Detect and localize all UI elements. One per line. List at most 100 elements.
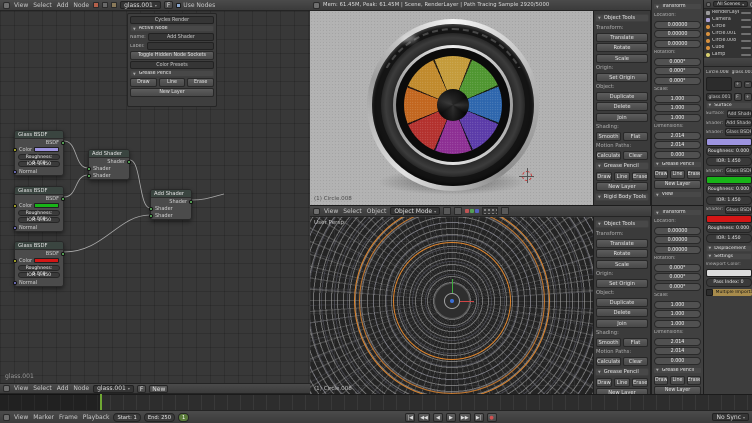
panel-row[interactable]: Toggle Hidden Node Sockets — [130, 51, 214, 60]
shader-output-socket-icon[interactable] — [61, 252, 65, 256]
menu-select[interactable]: Select — [342, 208, 363, 215]
socket-row-color[interactable]: Color — [15, 257, 63, 264]
prop-row[interactable]: Shader:Add Shader — [706, 119, 752, 127]
menu-playback[interactable]: Playback — [82, 414, 111, 421]
node-title[interactable]: Add Shader — [151, 190, 191, 198]
outliner-row[interactable]: Circle.001 — [704, 30, 752, 37]
prop-row[interactable]: Displacement — [706, 245, 752, 252]
tool-row[interactable]: Grease Pencil — [595, 162, 649, 170]
next-keyframe-button[interactable]: ▶▶ — [459, 413, 471, 422]
panel-row[interactable]: New Layer — [654, 180, 701, 189]
prop-row[interactable]: IOR: 1.450 — [706, 196, 752, 205]
prop-row[interactable]: Surface — [706, 102, 752, 109]
menu-view[interactable]: View — [13, 414, 29, 421]
tool-row[interactable]: Translate — [596, 239, 648, 248]
node-glass-bsdf-2[interactable]: Glass BSDF BSDF Color Roughness: 0.000 I… — [14, 186, 64, 232]
menu-add[interactable]: Add — [56, 385, 70, 392]
panel-row[interactable]: 0.00000 — [654, 21, 701, 29]
material-datablock-selector[interactable]: glass.001 — [120, 1, 161, 9]
tool-row[interactable]: DrawLineErase — [596, 378, 648, 387]
tool-row[interactable]: Delete — [596, 102, 648, 111]
panel-row[interactable]: 0.000° — [654, 273, 701, 281]
ior-slider[interactable]: IOR: 1.450 — [18, 161, 60, 167]
node-title[interactable]: Glass BSDF — [15, 187, 63, 195]
tool-row[interactable]: SmoothFlat — [596, 132, 648, 141]
node-canvas[interactable]: Glass BSDF BSDF Color Roughness: 0.000 I… — [0, 11, 310, 383]
menu-frame[interactable]: Frame — [58, 414, 79, 421]
outliner-row[interactable]: Circle.008 — [704, 37, 752, 44]
panel-row[interactable]: Color Presets — [130, 61, 214, 69]
view3d-editor-icon[interactable] — [313, 2, 320, 9]
shader-output-socket-icon[interactable] — [189, 200, 193, 204]
panel-row[interactable]: 0.00000 — [654, 30, 701, 38]
menu-add[interactable]: Add — [56, 2, 70, 9]
shader-tree-icon[interactable] — [93, 2, 99, 8]
fake-user-button[interactable]: F — [164, 1, 173, 9]
panel-row[interactable]: Grease Pencil — [130, 70, 214, 77]
tool-row[interactable]: Join — [596, 113, 648, 122]
tool-row[interactable]: Set Origin — [596, 279, 648, 288]
properties-tab-icon[interactable] — [706, 59, 711, 65]
shader-input-socket-icon[interactable] — [149, 214, 153, 218]
panel-row[interactable]: 1.000 — [654, 310, 701, 318]
menu-view[interactable]: View — [13, 385, 29, 392]
outliner-row[interactable]: Camera — [704, 16, 752, 23]
panel-row[interactable]: 2.014 — [654, 132, 701, 140]
prop-row[interactable] — [706, 269, 752, 277]
panel-row[interactable]: 1.000 — [654, 320, 701, 328]
roughness-slider[interactable]: Roughness: 0.000 — [18, 154, 60, 160]
tool-row[interactable]: Rotate — [596, 249, 648, 258]
menu-marker[interactable]: Marker — [32, 414, 55, 421]
tool-row[interactable]: Scale — [596, 260, 648, 269]
swatch-glass1[interactable] — [34, 147, 59, 152]
outliner-row[interactable]: Circle — [704, 23, 752, 30]
prop-row[interactable]: Shader:Glass BSDF — [706, 167, 752, 175]
view3d-editor-icon[interactable] — [313, 208, 320, 215]
prop-row[interactable]: glass.001F+ — [706, 93, 752, 101]
panel-row[interactable]: 0.000° — [654, 77, 701, 85]
record-button[interactable]: ● — [487, 413, 497, 422]
properties-tab-icon[interactable] — [724, 59, 729, 65]
new-datablock-button[interactable]: New — [149, 385, 168, 393]
z-axis-dot[interactable] — [450, 299, 454, 303]
panel-row[interactable]: DrawLineErase — [130, 78, 214, 87]
properties-tab-icon[interactable] — [736, 59, 741, 65]
snap-magnet-icon[interactable] — [501, 207, 509, 215]
tool-row[interactable]: CalculateClear — [596, 151, 648, 160]
outliner-row[interactable]: RenderLayers — [704, 9, 752, 16]
prop-row[interactable] — [706, 176, 752, 184]
start-frame-field[interactable]: Start: 1 — [113, 413, 140, 422]
panel-row[interactable]: 1.000 — [654, 301, 701, 309]
tool-row[interactable]: Rotate — [596, 43, 648, 52]
tool-row[interactable]: Duplicate — [596, 298, 648, 307]
panel-row[interactable]: Transform — [653, 209, 702, 216]
panel-row[interactable]: 1.000 — [654, 95, 701, 103]
shader-input-socket-icon[interactable] — [87, 167, 91, 171]
tool-row[interactable]: Translate — [596, 33, 648, 42]
properties-tab-icon[interactable] — [730, 59, 735, 65]
tool-row[interactable]: Grease Pencil — [595, 368, 649, 376]
3d-cursor[interactable] — [522, 171, 532, 181]
prop-row[interactable] — [706, 215, 752, 223]
panel-row[interactable]: 0.00000 — [654, 227, 701, 235]
panel-row[interactable]: Transform — [653, 3, 702, 10]
current-frame-field[interactable]: 1 — [178, 413, 189, 422]
panel-row[interactable]: Name:Add Shader — [130, 33, 214, 41]
node-add-shader-2[interactable]: Add Shader Shader Shader Shader — [150, 189, 192, 220]
prop-row[interactable]: IOR: 1.450 — [706, 234, 752, 243]
prop-row[interactable]: Pass Index: 0 — [706, 278, 752, 287]
shader-output-socket-icon[interactable] — [127, 160, 131, 164]
swatch-glass3[interactable] — [34, 258, 59, 263]
jump-to-end-button[interactable]: ▶| — [474, 413, 484, 422]
compositing-tree-icon[interactable] — [102, 2, 108, 8]
panel-row[interactable]: 0.000 — [654, 357, 701, 365]
menu-node[interactable]: Node — [72, 385, 90, 392]
properties-tab-icon[interactable] — [718, 59, 723, 65]
play-reverse-button[interactable]: ◀ — [433, 413, 443, 422]
pivot-center-icon[interactable] — [454, 207, 462, 215]
outliner-row[interactable]: Cube — [704, 44, 752, 51]
menu-view[interactable]: View — [323, 208, 339, 215]
shader-output-socket-icon[interactable] — [61, 197, 65, 201]
layers-widget[interactable] — [482, 207, 498, 215]
tool-row[interactable]: Delete — [596, 308, 648, 317]
